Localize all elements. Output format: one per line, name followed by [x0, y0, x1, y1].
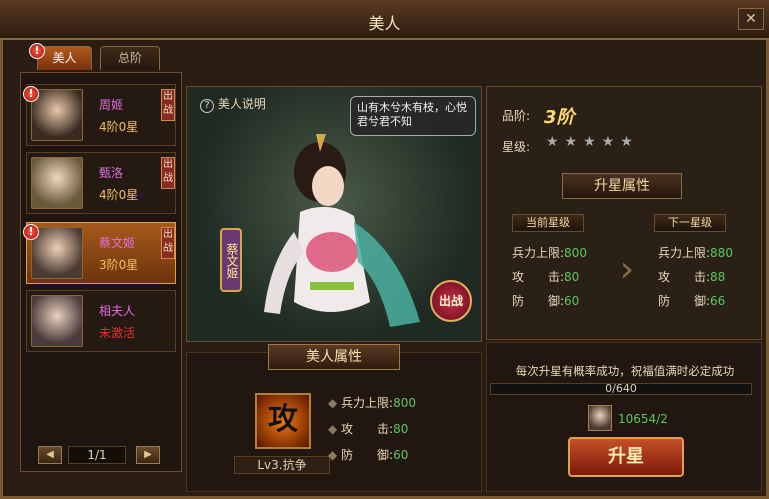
next-attack: 攻 击:88	[658, 270, 726, 284]
beauty-status: 3阶0星	[99, 258, 139, 272]
next-star-header: 下一星级	[654, 214, 726, 232]
help-label: 美人说明	[217, 97, 266, 111]
beauty-name: 蔡文姬	[99, 236, 136, 250]
prev-page-button[interactable]: ◀	[38, 446, 62, 464]
blessing-progress-text: 0/640	[605, 382, 637, 395]
list-item-beauty[interactable]: 相夫人 未激活	[26, 290, 176, 352]
skill-label: Lv3.抗争	[234, 456, 330, 474]
tab-total-rank[interactable]: 总阶	[100, 46, 160, 70]
skill-icon[interactable]: 攻	[255, 393, 311, 449]
deploy-badge: 出战	[161, 227, 175, 259]
next-page-button[interactable]: ▶	[136, 446, 160, 464]
avatar	[31, 89, 83, 141]
list-item-beauty[interactable]: 周姬 4阶0星 出战	[26, 84, 176, 146]
alert-icon: !	[23, 224, 39, 240]
upgrade-attributes-header: 升星属性	[562, 173, 682, 199]
attributes-header: 美人属性	[268, 344, 400, 370]
alert-icon: !	[29, 43, 45, 59]
item-count: 10654/2	[618, 412, 668, 426]
beauty-status: 4阶0星	[99, 188, 139, 202]
close-button[interactable]: ✕	[738, 8, 764, 30]
beauty-status: 未激活	[99, 326, 136, 340]
item-icon	[588, 405, 612, 431]
beauty-name: 甄洛	[99, 166, 124, 180]
attr-attack: ◆ 攻 击:80	[328, 422, 409, 436]
attr-defense: ◆ 防 御:60	[328, 448, 409, 462]
upgrade-note: 每次升星有概率成功，祝福值满时必定成功	[515, 364, 735, 378]
beauty-name: 周姬	[99, 98, 124, 112]
current-troops: 兵力上限:800	[512, 246, 587, 260]
deploy-badge: 出战	[161, 89, 175, 121]
attr-troops: ◆ 兵力上限:800	[328, 396, 416, 410]
arrow-right-icon: ›	[619, 249, 635, 290]
grade-label: 品阶:	[502, 109, 531, 123]
next-defense: 防 御:66	[658, 294, 726, 308]
help-icon: ?	[200, 99, 214, 113]
beauty-name-vertical: 蔡文姬	[220, 228, 242, 292]
current-star-header: 当前星级	[512, 214, 584, 232]
current-defense: 防 御:60	[512, 294, 580, 308]
star-rating: ★★★★★	[546, 134, 639, 150]
upgrade-star-button[interactable]: 升星	[568, 437, 684, 477]
avatar	[31, 227, 83, 279]
window-title: 美人	[368, 14, 401, 33]
beauty-portrait	[264, 134, 420, 327]
list-item-beauty[interactable]: 甄洛 4阶0星 出战	[26, 152, 176, 214]
help-link[interactable]: ? 美人说明	[200, 95, 266, 113]
tab-beauty[interactable]: 美人	[37, 46, 92, 70]
star-label: 星级:	[502, 140, 531, 154]
avatar	[31, 157, 83, 209]
next-troops: 兵力上限:880	[658, 246, 733, 260]
grade-value: 3阶	[544, 107, 575, 128]
list-item-beauty-selected[interactable]: 蔡文姬 3阶0星 出战	[26, 222, 176, 284]
beauty-status: 4阶0星	[99, 120, 139, 134]
deploy-button[interactable]: 出战	[430, 280, 472, 322]
deploy-badge: 出战	[161, 157, 175, 189]
page-number: 1/1	[68, 446, 126, 464]
current-attack: 攻 击:80	[512, 270, 580, 284]
alert-icon: !	[23, 86, 39, 102]
beauty-name: 相夫人	[99, 304, 136, 318]
avatar	[31, 295, 83, 347]
